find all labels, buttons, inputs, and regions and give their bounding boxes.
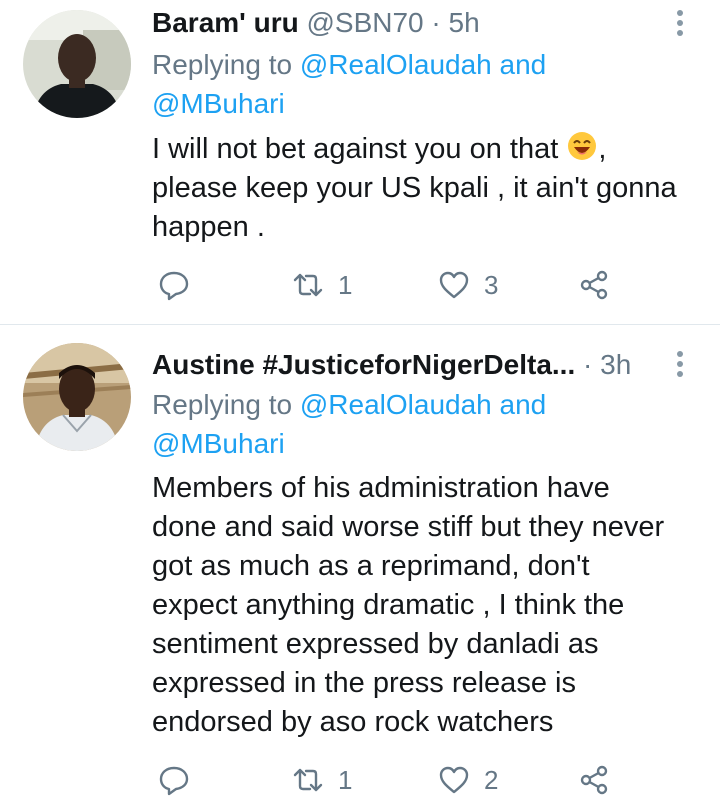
retweet-button[interactable]: 1 (292, 265, 352, 305)
display-name[interactable]: Baram' uru (152, 7, 299, 38)
tweet-text-line: expressed in the press release is (152, 667, 576, 699)
replying-to: Replying to @RealOlaudah and @MBuhari (152, 385, 622, 463)
tweet-text: Members of his administration have done … (152, 469, 692, 742)
replying-to: Replying to @RealOlaudah and @MBuhari (152, 45, 622, 123)
share-icon (580, 270, 608, 300)
like-icon (439, 766, 469, 794)
tweet-text-line: done and said worse stiff but they never (152, 511, 665, 543)
retweet-icon (293, 273, 323, 297)
mention-conjunction: and (499, 49, 547, 80)
more-options-icon[interactable] (670, 347, 690, 387)
share-button[interactable] (578, 760, 610, 800)
like-icon (439, 271, 469, 299)
separator-dot: · (431, 7, 441, 38)
share-button[interactable] (578, 265, 610, 305)
tweet-text: I will not bet against you on that , ple… (152, 130, 692, 247)
tweet-text-line-end: , (598, 133, 607, 165)
like-button[interactable]: 3 (438, 265, 498, 305)
avatar[interactable] (23, 343, 131, 451)
tweet-header: Austine #JusticeforNigerDelta... · 3h (152, 343, 660, 387)
mention-link[interactable]: @MBuhari (152, 88, 285, 119)
mention-conjunction: and (499, 389, 547, 420)
more-options-icon[interactable] (670, 6, 690, 46)
tweet-text-line: got as much as a reprimand, don't (152, 550, 590, 582)
avatar[interactable] (23, 10, 131, 118)
tweet-header: Baram' uru @SBN70 · 5h (152, 1, 660, 45)
share-icon (580, 765, 608, 795)
reply-icon (159, 766, 189, 796)
tweet-text-line: please keep your US kpali , it ain't gon… (152, 172, 677, 204)
mention-link[interactable]: @RealOlaudah (300, 49, 492, 80)
reply-button[interactable] (158, 265, 190, 305)
like-button[interactable]: 2 (438, 760, 498, 800)
mention-link[interactable]: @MBuhari (152, 428, 285, 459)
tweet-actions: 1 3 (150, 265, 620, 305)
replying-label: Replying to (152, 389, 293, 420)
retweet-button[interactable]: 1 (292, 760, 352, 800)
timestamp[interactable]: 3h (600, 349, 631, 380)
retweet-icon (293, 768, 323, 792)
retweet-count: 1 (338, 764, 353, 795)
mention-link[interactable]: @RealOlaudah (300, 389, 492, 420)
user-handle[interactable]: @SBN70 (306, 7, 423, 38)
like-count: 3 (484, 269, 499, 300)
tweet-actions: 1 2 (150, 760, 620, 800)
tweet-text-line: endorsed by aso rock watchers (152, 706, 554, 738)
display-name[interactable]: Austine #JusticeforNigerDelta... (152, 343, 575, 387)
reply-icon (159, 271, 189, 301)
retweet-count: 1 (338, 269, 353, 300)
tweet-text-line: I will not bet against you on that (152, 133, 559, 165)
tweet-text-line: Members of his administration have (152, 472, 610, 504)
tweet-1[interactable]: Baram' uru @SBN70 · 5h Replying to @Real… (0, 0, 720, 324)
replying-label: Replying to (152, 49, 293, 80)
like-count: 2 (484, 764, 499, 795)
separator-dot: · (583, 349, 593, 380)
reply-button[interactable] (158, 760, 190, 800)
timestamp[interactable]: 5h (449, 7, 480, 38)
smiling-face-emoji-icon (568, 132, 597, 160)
tweet-text-line: happen . (152, 211, 265, 243)
tweet-text-line: sentiment expressed by danladi as (152, 628, 599, 660)
tweet-text-line: expect anything dramatic , I think the (152, 589, 625, 621)
